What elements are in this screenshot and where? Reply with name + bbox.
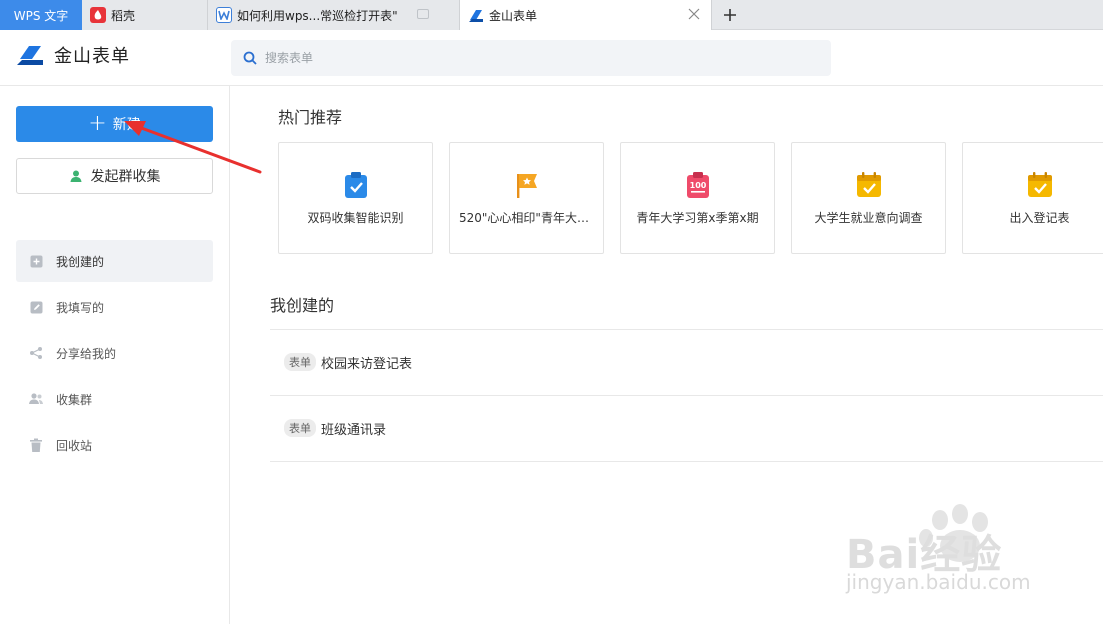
sidebar-item-label: 分享给我的 xyxy=(56,346,117,361)
plus-icon: + xyxy=(88,111,107,136)
template-card-label: 双码收集智能识别 xyxy=(307,211,404,225)
score-100-icon: 100 xyxy=(686,172,709,198)
wps-doc-icon xyxy=(216,7,232,23)
tab-label: WPS 文字 xyxy=(13,8,69,23)
template-card[interactable]: 出入登记表 xyxy=(962,142,1103,254)
tab-label: 如何利用wps...常巡检打开表" xyxy=(237,8,398,23)
tab-jinshan-form[interactable]: 金山表单 xyxy=(460,0,712,31)
search-box[interactable] xyxy=(231,40,831,76)
template-card[interactable]: 大学生就业意向调查 xyxy=(791,142,946,254)
sidebar-item-label: 回收站 xyxy=(56,438,93,453)
edit-icon xyxy=(28,299,44,315)
user-icon xyxy=(70,170,81,182)
template-card[interactable]: 520"心心相印"青年大学习 xyxy=(449,142,604,254)
new-tab-button[interactable] xyxy=(718,3,742,27)
form-type-tag: 表单 xyxy=(284,353,316,371)
close-icon[interactable] xyxy=(687,7,701,21)
brand-title: 金山表单 xyxy=(54,46,130,67)
calendar-check-icon xyxy=(856,172,881,197)
sidebar-item-collect-group[interactable]: 收集群 xyxy=(16,378,213,420)
template-card-label: 大学生就业意向调查 xyxy=(814,211,923,225)
plus-square-icon xyxy=(28,253,44,269)
svg-text:100: 100 xyxy=(689,181,706,190)
form-type-tag: 表单 xyxy=(284,419,316,437)
sidebar-item-created[interactable]: 我创建的 xyxy=(16,240,213,282)
watermark-url: jingyan.baidu.com xyxy=(846,570,1031,594)
sidebar-item-shared[interactable]: 分享给我的 xyxy=(16,332,213,374)
hot-section-title: 热门推荐 xyxy=(278,108,343,127)
template-card-label: 出入登记表 xyxy=(1009,211,1070,225)
share-icon xyxy=(28,345,44,361)
sidebar-item-label: 我填写的 xyxy=(56,300,105,315)
form-name: 校园来访登记表 xyxy=(321,356,413,372)
search-input[interactable] xyxy=(265,51,805,65)
sidebar-item-label: 我创建的 xyxy=(56,254,105,269)
sidebar-item-trash[interactable]: 回收站 xyxy=(16,424,213,466)
flag-icon xyxy=(516,174,537,198)
tab-bar: WPS 文字 稻壳 如何利用wps...常巡检打开表" 金山表单 xyxy=(0,0,1103,31)
template-card[interactable]: 100 青年大学习第x季第x期 xyxy=(620,142,775,254)
annotation-arrow-icon xyxy=(124,121,262,174)
daoke-icon xyxy=(90,7,106,23)
tab-label: 金山表单 xyxy=(489,9,538,23)
search-icon xyxy=(243,51,257,65)
tab-daoke[interactable]: 稻壳 xyxy=(82,0,208,30)
trash-icon xyxy=(28,437,44,453)
template-card[interactable]: 双码收集智能识别 xyxy=(278,142,433,254)
template-card-label: 青年大学习第x季第x期 xyxy=(636,211,759,225)
plus-icon xyxy=(724,9,736,21)
form-row[interactable]: 表单 校园来访登记表 xyxy=(270,329,1103,395)
jinshan-form-icon xyxy=(468,8,484,24)
divider xyxy=(270,461,1103,462)
app-header: 金山表单 xyxy=(0,30,1103,86)
calendar-check-icon xyxy=(1027,172,1052,197)
tab-wps-writer[interactable]: WPS 文字 xyxy=(0,0,82,30)
sidebar-nav: 我创建的 我填写的 分享给我的 收集群 回收站 xyxy=(16,240,213,470)
brand[interactable]: 金山表单 xyxy=(16,42,130,68)
clipboard-check-icon xyxy=(344,172,367,198)
mine-section-title: 我创建的 xyxy=(270,296,335,315)
form-name: 班级通讯录 xyxy=(321,422,387,438)
tab-label: 稻壳 xyxy=(111,8,136,23)
sidebar-item-label: 收集群 xyxy=(56,392,93,407)
jinshan-logo-icon xyxy=(17,46,43,65)
sidebar-item-filled[interactable]: 我填写的 xyxy=(16,286,213,328)
monitor-icon[interactable] xyxy=(417,9,429,19)
template-card-label: 520"心心相印"青年大学习 xyxy=(459,211,594,225)
form-row[interactable]: 表单 班级通讯录 xyxy=(270,395,1103,461)
tab-document[interactable]: 如何利用wps...常巡检打开表" xyxy=(208,0,460,30)
group-icon xyxy=(28,391,44,407)
